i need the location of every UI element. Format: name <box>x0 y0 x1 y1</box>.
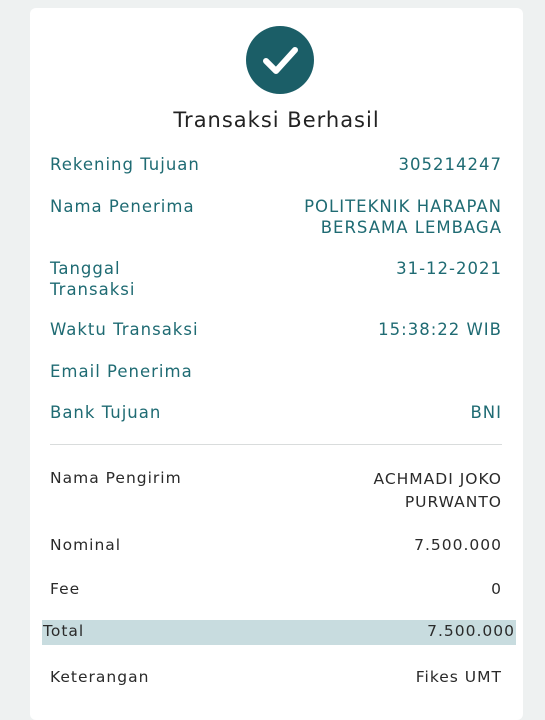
bank-tujuan-label: Bank Tujuan <box>50 403 162 422</box>
fee-value: 0 <box>491 580 502 598</box>
keterangan-value: Fikes UMT <box>415 668 502 686</box>
nama-pengirim-value-line1: ACHMADI JOKO <box>373 470 502 488</box>
rekening-tujuan-label: Rekening Tujuan <box>50 155 200 174</box>
tanggal-transaksi-row: Tanggal Transaksi 31-12-2021 <box>50 258 502 300</box>
tanggal-transaksi-label-line1: Tanggal <box>50 259 121 278</box>
nama-penerima-value-line1: POLITEKNIK HARAPAN <box>304 197 502 216</box>
nama-pengirim-value-line2: PURWANTO <box>404 493 502 511</box>
nama-pengirim-row: Nama Pengirim ACHMADI JOKO PURWANTO <box>50 468 502 512</box>
tanggal-transaksi-value: 31-12-2021 <box>396 259 502 278</box>
bank-tujuan-value: BNI <box>470 403 502 422</box>
nama-penerima-value: POLITEKNIK HARAPAN BERSAMA LEMBAGA <box>304 196 502 238</box>
check-icon <box>246 26 314 94</box>
nama-pengirim-label: Nama Pengirim <box>50 469 182 487</box>
rekening-tujuan-value: 305214247 <box>398 155 502 174</box>
fee-label: Fee <box>50 580 81 598</box>
waktu-transaksi-value: 15:38:22 WIB <box>378 320 502 339</box>
keterangan-label: Keterangan <box>50 668 150 686</box>
total-value: 7.500.000 <box>427 622 515 640</box>
nama-pengirim-value: ACHMADI JOKO PURWANTO <box>373 468 502 514</box>
nominal-label: Nominal <box>50 536 122 554</box>
page-title: Transaksi Berhasil <box>173 108 380 132</box>
nominal-value: 7.500.000 <box>414 536 502 554</box>
nama-penerima-value-line2: BERSAMA LEMBAGA <box>320 218 502 237</box>
email-penerima-label: Email Penerima <box>50 362 193 381</box>
total-label: Total <box>43 622 85 640</box>
nama-penerima-row: Nama Penerima POLITEKNIK HARAPAN BERSAMA… <box>50 196 502 238</box>
nama-penerima-label: Nama Penerima <box>50 197 195 216</box>
receipt-card: Transaksi Berhasil Rekening Tujuan 30521… <box>30 8 523 720</box>
total-row: Total 7.500.000 <box>42 620 516 645</box>
tanggal-transaksi-label-line2: Transaksi <box>50 280 136 299</box>
tanggal-transaksi-label: Tanggal Transaksi <box>50 258 135 300</box>
waktu-transaksi-label: Waktu Transaksi <box>50 320 199 339</box>
section-divider <box>50 444 502 445</box>
